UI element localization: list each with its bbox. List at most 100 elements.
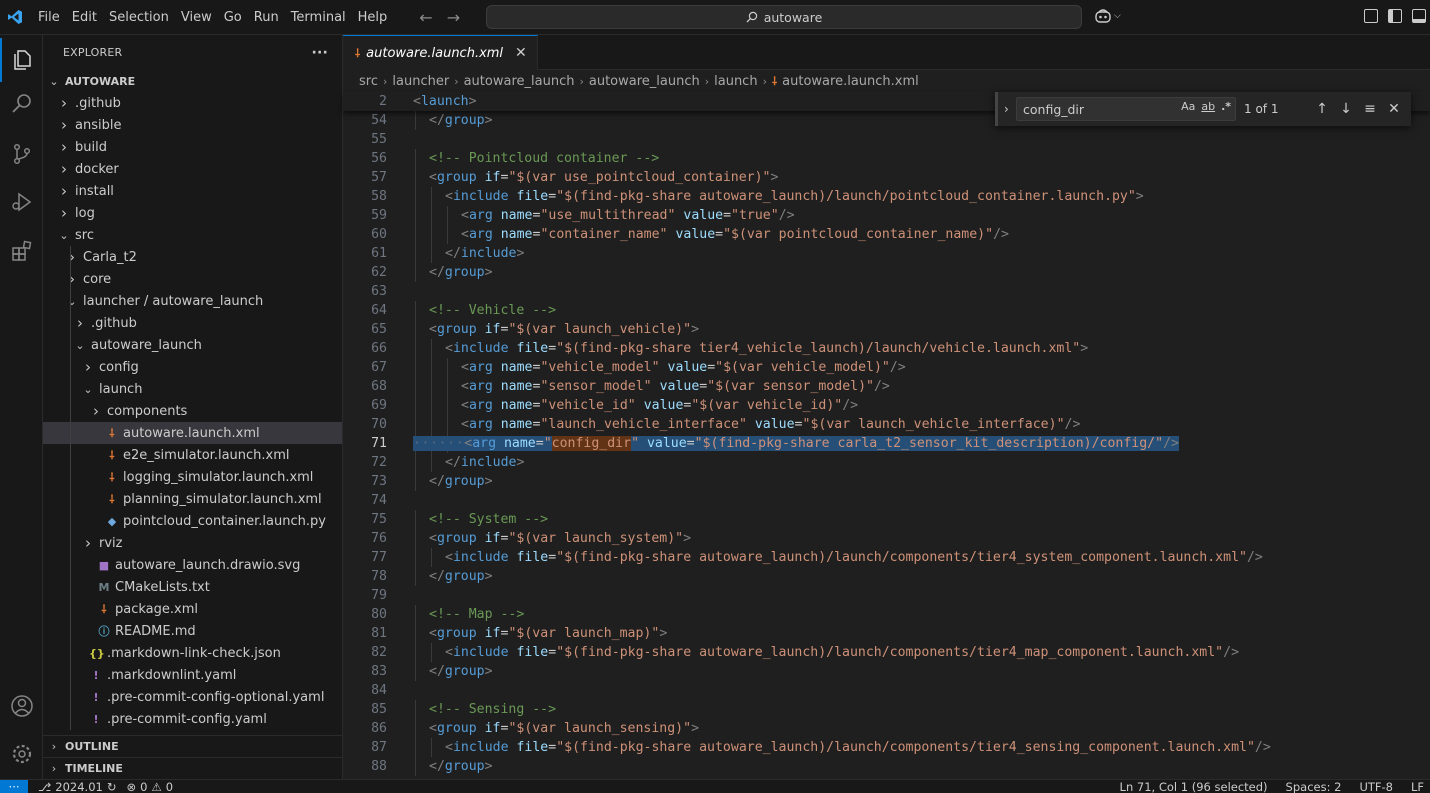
breadcrumb-item[interactable]: launch [714,74,757,89]
code-line[interactable]: 86 <group if="$(var launch_sensing)"> [343,719,1423,738]
next-match-icon[interactable]: ↓ [1334,101,1358,117]
code-line[interactable]: 83 </group> [343,662,1423,681]
end-of-line[interactable]: LF [1411,780,1424,793]
code-line[interactable]: 81 <group if="$(var launch_map)"> [343,624,1423,643]
file-item[interactable]: ⸸ planning_simulator.launch.xml [43,488,342,510]
code-line[interactable]: 85 <!-- Sensing --> [343,700,1423,719]
menu-file[interactable]: File [32,0,66,35]
folder-item[interactable]: › config [43,356,342,378]
code-line[interactable]: 63 [343,282,1423,301]
menu-run[interactable]: Run [248,0,285,35]
folder-item[interactable]: ⌄ launch [43,378,342,400]
code-line[interactable]: 70 <arg name = "launch_vehicle_interface" v… [343,415,1423,434]
timeline-section[interactable]: › TIMELINE [43,757,342,779]
find-in-selection-icon[interactable]: ≡ [1358,101,1382,117]
code-line[interactable]: 58 <include file="$(find-pkg-share autowa… [343,187,1423,206]
code-line[interactable]: 80 <!-- Map --> [343,605,1423,624]
toggle-replace-chevron-icon[interactable]: › [1004,102,1009,116]
code-line[interactable]: 73 </group> [343,472,1423,491]
code-line[interactable]: 56 <!-- Pointcloud container --> [343,149,1423,168]
menu-selection[interactable]: Selection [103,0,175,35]
branch-status[interactable]: ⎇ 2024.01 ↻ [38,780,116,793]
code-line[interactable]: 69 <arg name="vehicle_id" value="$(var ve… [343,396,1423,415]
file-item[interactable]: ◆ pointcloud_container.launch.py [43,510,342,532]
code-line[interactable]: 77 <include file="$(find-pkg-share autowa… [343,548,1423,567]
code-line[interactable]: 55 [343,130,1423,149]
folder-item[interactable]: › core [43,268,342,290]
settings-gear-icon[interactable] [0,732,43,776]
back-arrow-icon[interactable]: ← [419,8,432,27]
code-line[interactable]: 60 <arg name="container_name" value="$(va… [343,225,1423,244]
whole-word-icon[interactable]: ab [1201,100,1215,113]
code-line[interactable]: 88 </group> [343,757,1423,776]
code-line[interactable]: 65 <group if="$(var launch_vehicle)"> [343,320,1423,339]
code-line[interactable]: 79 [343,586,1423,605]
breadcrumb-item[interactable]: autoware_launch [589,74,700,89]
file-item[interactable]: ! .pre-commit-config-optional.yaml [43,686,342,708]
copilot-button[interactable]: ⌵ [1094,8,1121,24]
folder-item[interactable]: ⌄ src [43,224,342,246]
folder-item[interactable]: › rviz [43,532,342,554]
regex-icon[interactable]: .* [1221,100,1231,113]
explorer-icon[interactable] [0,38,43,82]
code-line[interactable]: 68 <arg name="sensor_model" value="$(var … [343,377,1423,396]
customize-layout-icon[interactable] [1364,9,1378,23]
encoding[interactable]: UTF-8 [1359,780,1393,793]
toggle-primary-sidebar-icon[interactable] [1388,9,1402,23]
code-line[interactable]: 84 [343,681,1423,700]
breadcrumb-item[interactable]: autoware_launch [464,74,575,89]
accounts-icon[interactable] [0,684,43,728]
forward-arrow-icon[interactable]: → [447,8,460,27]
menu-terminal[interactable]: Terminal [285,0,352,35]
tab-autoware-launch-xml[interactable]: ⸸ autoware.launch.xml ✕ [343,35,538,70]
remote-icon[interactable]: ⋯ [0,779,28,793]
outline-section[interactable]: › OUTLINE [43,735,342,757]
workspace-root[interactable]: ⌄ AUTOWARE [43,70,342,92]
folder-item[interactable]: › log [43,202,342,224]
run-debug-icon[interactable] [0,180,43,224]
indentation[interactable]: Spaces: 2 [1286,780,1342,793]
problems-status[interactable]: ⊗ 0 ⚠ 0 [126,780,173,793]
menu-help[interactable]: Help [352,0,394,35]
file-item[interactable]: M CMakeLists.txt [43,576,342,598]
command-center-search[interactable]: autoware [486,5,1082,29]
code-line[interactable]: 87 <include file="$(find-pkg-share autowa… [343,738,1423,757]
code-line[interactable]: 71 ······<arg name="config_dir" value="$(… [343,434,1423,453]
file-item[interactable]: ⸸ e2e_simulator.launch.xml [43,444,342,466]
toggle-panel-icon[interactable] [1412,9,1426,23]
previous-match-icon[interactable]: ↑ [1310,101,1334,117]
code-line[interactable]: 76 <group if="$(var launch_system)"> [343,529,1423,548]
breadcrumb-item[interactable]: src [359,74,378,89]
search-icon[interactable] [0,82,43,126]
code-line[interactable]: 64 <!-- Vehicle --> [343,301,1423,320]
file-item[interactable]: ⓘ README.md [43,620,342,642]
code-line[interactable]: 62 </group> [343,263,1423,282]
cursor-position[interactable]: Ln 71, Col 1 (96 selected) [1120,780,1268,793]
folder-item[interactable]: › docker [43,158,342,180]
code-line[interactable]: 75 <!-- System --> [343,510,1423,529]
extensions-icon[interactable] [0,229,43,273]
file-item[interactable]: ■ autoware_launch.drawio.svg [43,554,342,576]
code-line[interactable]: 67 <arg name="vehicle_model" value="$(var… [343,358,1423,377]
file-item[interactable]: ⸸ autoware.launch.xml [43,422,342,444]
folder-item[interactable]: › build [43,136,342,158]
code-line[interactable]: 59 <arg name="use_multithread" value="tru… [343,206,1423,225]
close-find-icon[interactable]: ✕ [1382,101,1406,117]
folder-item[interactable]: › .github [43,92,342,114]
menu-view[interactable]: View [175,0,218,35]
file-item[interactable]: ! .markdownlint.yaml [43,664,342,686]
folder-item[interactable]: › Carla_t2 [43,246,342,268]
folder-item[interactable]: › .github [43,312,342,334]
folder-item[interactable]: › install [43,180,342,202]
folder-item[interactable]: › ansible [43,114,342,136]
file-item[interactable]: ⸸ package.xml [43,598,342,620]
close-icon[interactable]: ✕ [515,45,527,61]
menu-edit[interactable]: Edit [66,0,103,35]
code-line[interactable]: 72 </include> [343,453,1423,472]
find-input[interactable]: config_dir Aa ab .* [1016,97,1236,121]
file-item[interactable]: ⸸ logging_simulator.launch.xml [43,466,342,488]
code-line[interactable]: 66 <include file="$(find-pkg-share tier4_… [343,339,1423,358]
folder-item[interactable]: › components [43,400,342,422]
source-control-icon[interactable] [0,132,43,176]
code-line[interactable]: 82 <include file="$(find-pkg-share autowa… [343,643,1423,662]
